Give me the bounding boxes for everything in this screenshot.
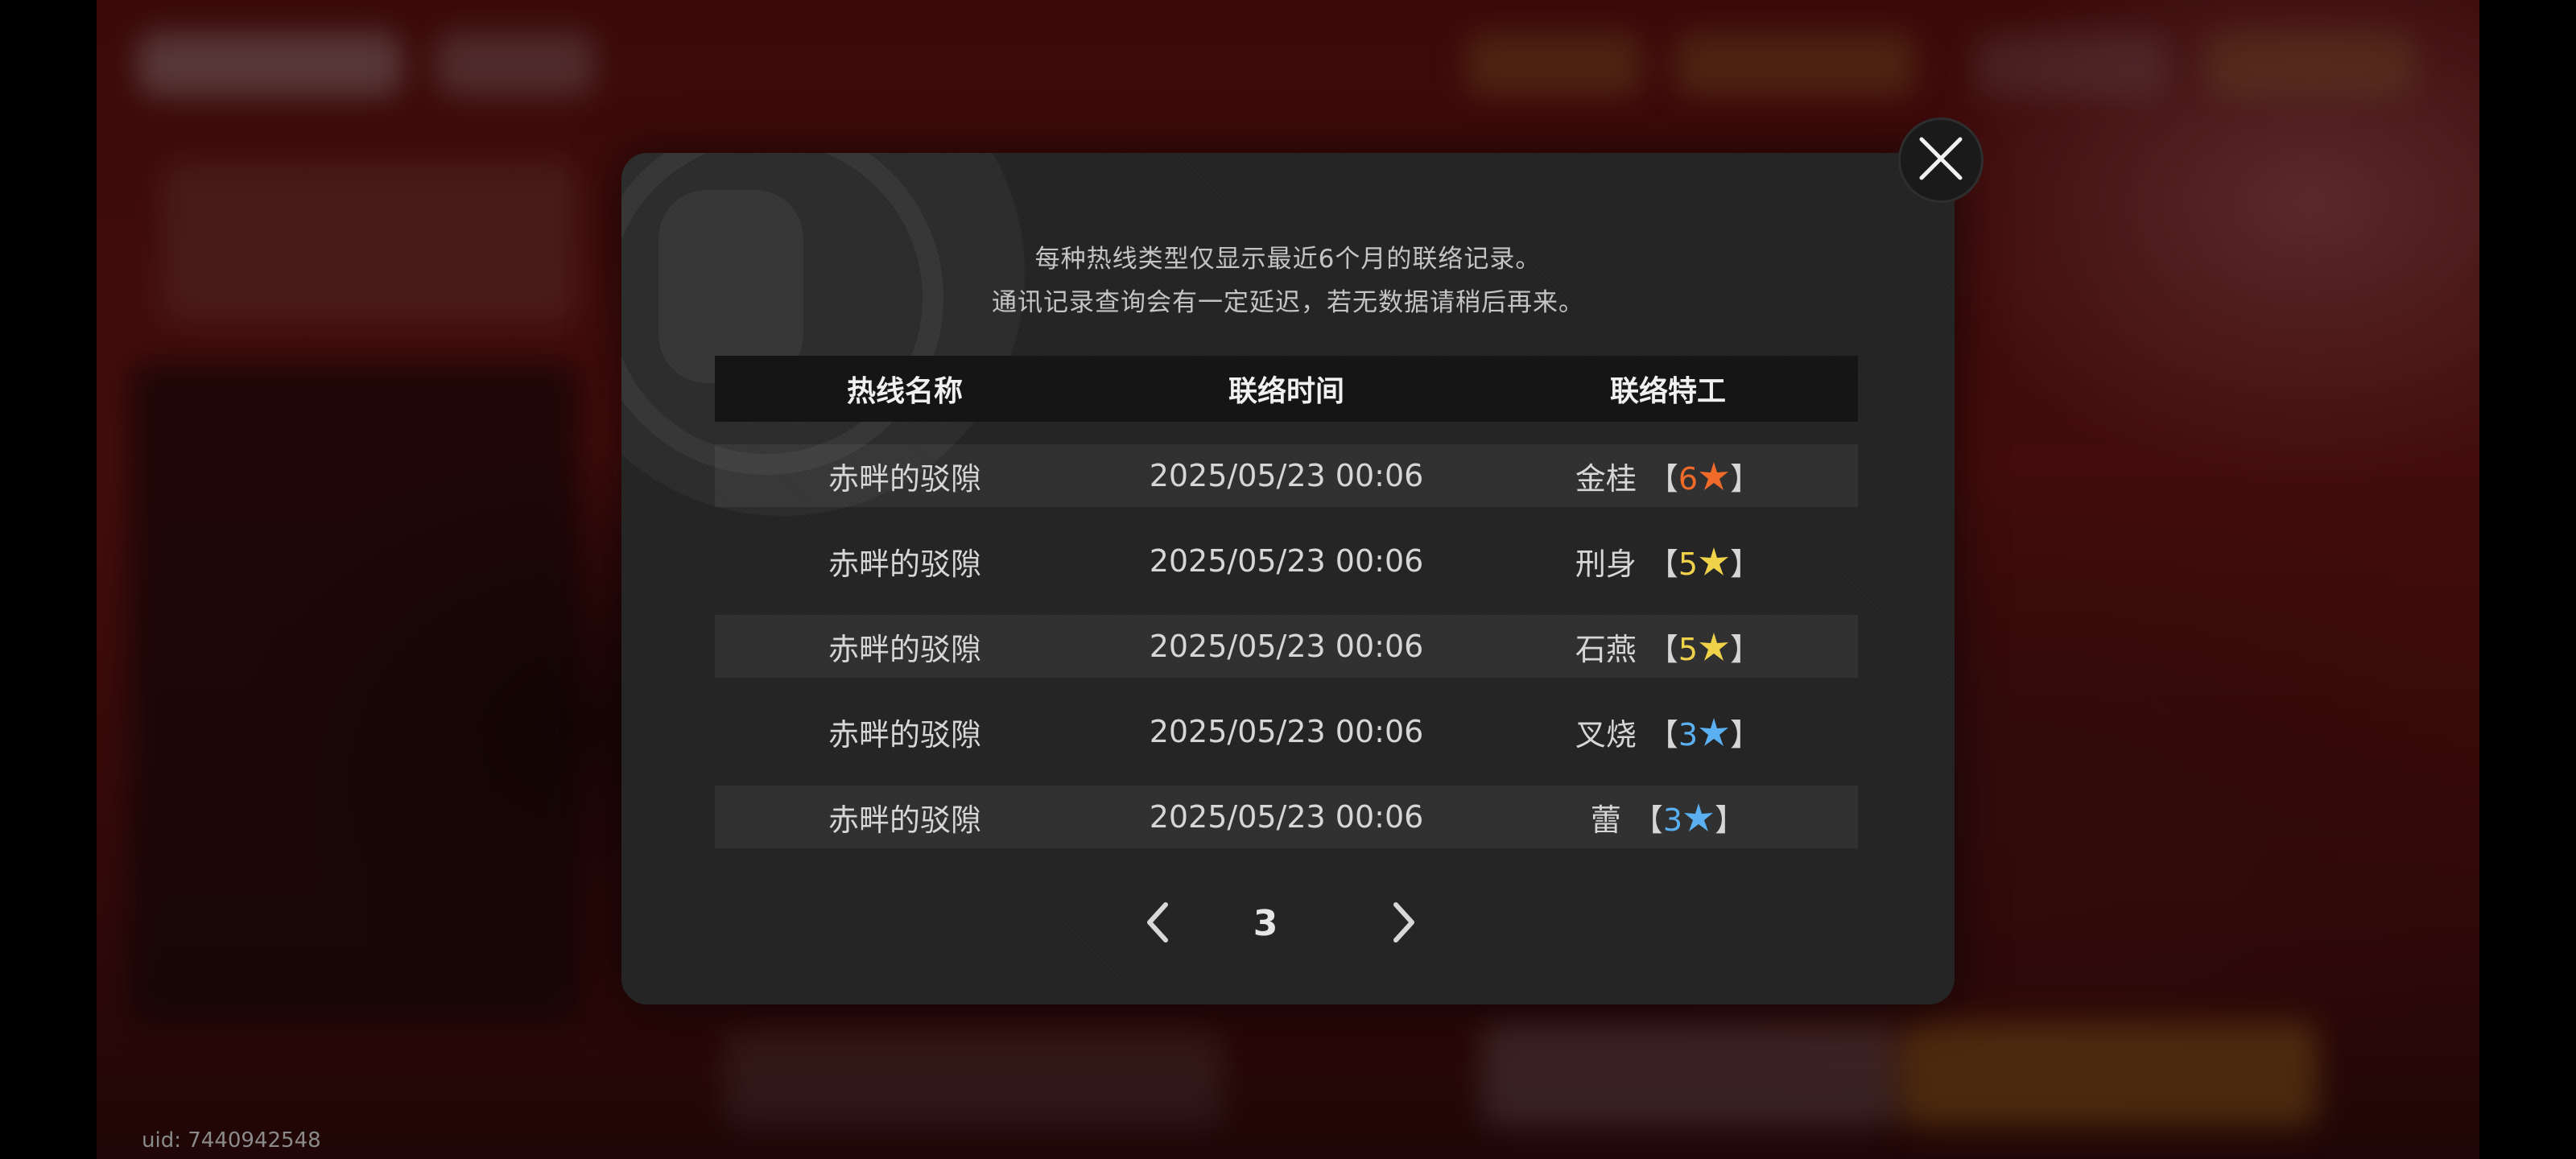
rank-star-icon [1698,632,1730,667]
table-row: 赤畔的驳隙 2025/05/23 00:06 刑身 【5 】 [715,530,1858,592]
contact-agent: 蕾【3 】 [1478,795,1858,839]
rank-bracket-close: 】 [1730,460,1761,497]
contact-time: 2025/05/23 00:06 [1149,799,1424,835]
agent-name: 刑身 [1575,546,1637,582]
chevron-right-icon [1388,900,1420,948]
next-page-button[interactable] [1372,892,1436,956]
contact-time: 2025/05/23 00:06 [1149,543,1424,579]
chevron-left-icon [1141,900,1174,948]
agent-rank: 3 [1678,716,1699,753]
rank-bracket-open: 【 [1647,460,1678,497]
rank-bracket-open: 【 [1632,802,1663,838]
column-header-time: 联络时间 [1228,375,1344,408]
prev-page-button[interactable] [1125,892,1190,956]
contact-agent: 石燕 【5 】 [1478,625,1858,669]
contact-table: 热线名称 联络时间 联络特工 赤畔的驳隙 2025/05/23 00:06 金桂 【6… [715,356,1858,848]
hotline-name: 赤畔的驳隙 [828,716,981,753]
column-header-agent: 联络特工 [1609,375,1726,408]
contact-agent: 刑身 【5 】 [1478,539,1858,584]
rank-bracket-open: 【 [1647,716,1678,753]
hotline-name: 赤畔的驳隙 [828,546,981,582]
notice-line-2: 通讯记录查询会有一定延迟，若无数据请稍后再来。 [992,288,1584,317]
agent-name: 蕾 [1590,802,1621,838]
table-header: 热线名称 联络时间 联络特工 [715,356,1858,422]
table-row: 赤畔的驳隙 2025/05/23 00:06 石燕 【5 】 [715,615,1858,678]
uid-label: uid: 7440942548 [142,1128,321,1153]
current-page-number: 3 [1253,903,1278,944]
rank-star-icon [1698,461,1730,497]
letterbox-left [0,0,97,1159]
agent-name: 金桂 [1575,460,1637,497]
hotline-name: 赤畔的驳隙 [828,631,981,667]
contact-agent: 叉烧 【3 】 [1478,710,1858,754]
agent-rank: 5 [1678,631,1699,667]
column-header-hotline: 热线名称 [846,375,963,408]
rank-star-icon [1698,717,1730,753]
rank-bracket-close: 】 [1730,631,1761,667]
agent-name: 石燕 [1575,631,1637,667]
close-button[interactable] [1898,118,1984,203]
agent-name: 叉烧 [1575,716,1637,753]
rank-bracket-close: 】 [1730,546,1761,582]
rank-bracket-close: 】 [1730,716,1761,753]
hotline-name: 赤畔的驳隙 [828,460,981,497]
rank-bracket-open: 【 [1647,631,1678,667]
table-row: 赤畔的驳隙 2025/05/23 00:06 金桂 【6 】 [715,444,1858,507]
letterbox-right [2479,0,2576,1159]
table-body: 赤畔的驳隙 2025/05/23 00:06 金桂 【6】赤畔的驳隙 2025/05/2… [715,444,1858,848]
agent-rank: 6 [1678,460,1699,497]
rank-star-icon [1682,802,1715,838]
contact-time: 2025/05/23 00:06 [1149,458,1424,493]
close-icon [1915,133,1967,188]
rank-bracket-open: 【 [1647,546,1678,582]
agent-rank: 3 [1662,802,1683,838]
table-row: 赤畔的驳隙 2025/05/23 00:06 叉烧 【3 】 [715,700,1858,763]
contact-time: 2025/05/23 00:06 [1149,714,1424,749]
agent-rank: 5 [1678,546,1699,582]
contact-agent: 金桂 【6 】 [1478,454,1858,498]
hotline-name: 赤畔的驳隙 [828,802,981,838]
contact-time: 2025/05/23 00:06 [1149,629,1424,664]
rank-bracket-close: 】 [1715,802,1746,838]
notice-line-1: 每种热线类型仅显示最近6个月的联络记录。 [1034,245,1542,274]
rank-star-icon [1698,547,1730,582]
pagination: 3 [621,892,1955,956]
table-row: 赤畔的驳隙 2025/05/23 00:06 蕾【3 】 [715,786,1858,848]
contact-history-dialog: 每种热线类型仅显示最近6个月的联络记录。 通讯记录查询会有一定延迟，若无数据请稍… [621,153,1955,1004]
